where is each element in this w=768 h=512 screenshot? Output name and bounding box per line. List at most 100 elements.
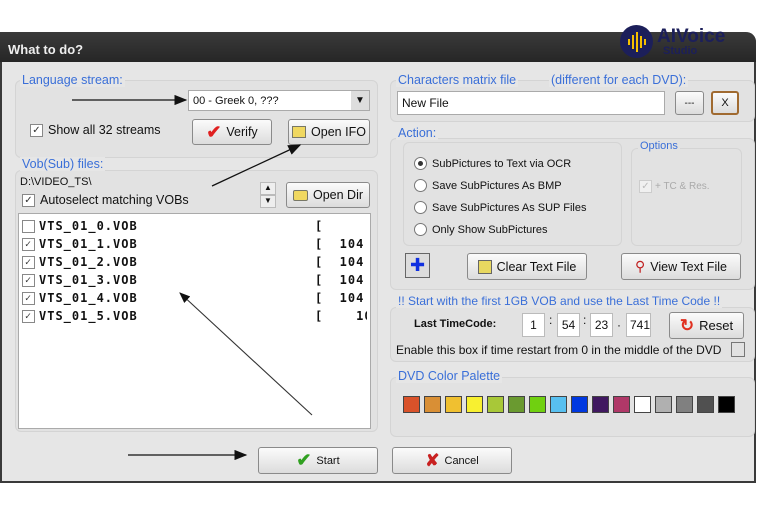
checkbox-icon[interactable]: ✓ <box>639 180 652 193</box>
arrow-down-icon[interactable]: ▼ <box>260 195 276 208</box>
view-text-file-button[interactable]: ⚲ View Text File <box>621 253 741 280</box>
reset-icon: ↻ <box>679 315 695 335</box>
chevron-down-icon[interactable]: ▼ <box>351 91 369 110</box>
action-radio-option[interactable]: Save SubPictures As BMP <box>414 179 562 192</box>
palette-swatch[interactable] <box>718 396 735 413</box>
last-timecode-label: Last TimeCode: <box>414 318 497 330</box>
autoselect-checkbox[interactable]: ✓ Autoselect matching VOBs <box>22 193 189 207</box>
verify-label: Verify <box>226 125 258 139</box>
checkbox-icon[interactable]: ✓ <box>22 255 35 269</box>
vob-file-row[interactable]: ✓ VTS_01_3.VOB [ 104: <box>22 271 367 289</box>
logo: AIVoice Studio <box>620 25 725 58</box>
timecode-ms-input[interactable]: 741 <box>626 313 651 337</box>
options-label: Options <box>638 140 680 152</box>
action-option-label: Save SubPictures As SUP Files <box>432 201 587 214</box>
palette-swatch[interactable] <box>676 396 693 413</box>
palette-swatch[interactable] <box>613 396 630 413</box>
palette-swatch[interactable] <box>508 396 525 413</box>
checkbox-icon[interactable] <box>22 219 35 233</box>
cancel-button[interactable]: ✘ Cancel <box>392 447 512 474</box>
matrix-file-input[interactable]: New File <box>397 91 665 115</box>
cross-icon: ✘ <box>425 450 440 470</box>
vob-file-size: [ 104: <box>315 255 367 269</box>
window-title: What to do? <box>8 42 84 57</box>
vob-file-row[interactable]: ✓ VTS_01_2.VOB [ 104: <box>22 253 367 271</box>
palette-swatch[interactable] <box>466 396 483 413</box>
browse-label: --- <box>684 97 695 109</box>
magnifier-icon: ⚲ <box>635 258 646 274</box>
start-label: Start <box>316 454 340 467</box>
radio-icon[interactable] <box>414 223 427 236</box>
vob-file-row[interactable]: ✓ VTS_01_1.VOB [ 104: <box>22 235 367 253</box>
checkbox-icon[interactable]: ✓ <box>22 309 35 323</box>
autoselect-label: Autoselect matching VOBs <box>40 193 189 207</box>
order-spinner[interactable]: ▲ ▼ <box>260 182 276 208</box>
palette-swatch[interactable] <box>634 396 651 413</box>
browse-button[interactable]: --- <box>675 91 704 115</box>
matrix-hint: (different for each DVD): <box>549 73 689 87</box>
language-dropdown[interactable]: 00 - Greek 0, ??? ▼ <box>188 90 370 111</box>
action-radio-option[interactable]: Save SubPictures As SUP Files <box>414 201 586 214</box>
vob-file-row[interactable]: ✓ VTS_01_4.VOB [ 104: <box>22 289 367 307</box>
palette-swatch[interactable] <box>571 396 588 413</box>
palette-swatches <box>403 396 735 413</box>
enable-restart-checkbox[interactable] <box>731 342 745 357</box>
checkbox-icon[interactable]: ✓ <box>22 291 35 305</box>
checkbox-icon[interactable]: ✓ <box>22 237 35 251</box>
action-radio-option[interactable]: SubPictures to Text via OCR <box>414 157 571 170</box>
palette-label: DVD Color Palette <box>396 369 503 383</box>
reset-button[interactable]: ↻ Reset <box>669 312 744 339</box>
verify-button[interactable]: ✔ Verify <box>192 119 272 145</box>
palette-swatch[interactable] <box>487 396 504 413</box>
vob-label: Vob(Sub) files: <box>20 157 106 171</box>
clear-matrix-button[interactable]: X <box>711 91 739 115</box>
show-all-streams-checkbox[interactable]: ✓ Show all 32 streams <box>30 123 161 137</box>
palette-swatch[interactable] <box>592 396 609 413</box>
checkbox-icon[interactable]: ✓ <box>30 123 43 137</box>
show-all-label: Show all 32 streams <box>48 123 161 137</box>
brush-icon <box>477 259 492 274</box>
open-dir-button[interactable]: Open Dir <box>286 182 370 208</box>
checkbox-icon[interactable]: ✓ <box>22 193 35 207</box>
action-options-box: SubPictures to Text via OCR Save SubPictu… <box>403 142 622 246</box>
tc-res-label: + TC & Res. <box>655 181 710 192</box>
folder-icon <box>292 189 308 201</box>
start-button[interactable]: ✔ Start <box>258 447 378 474</box>
radio-icon[interactable] <box>414 201 427 214</box>
checkmark-icon: ✔ <box>296 450 312 470</box>
arrow-up-icon[interactable]: ▲ <box>260 182 276 195</box>
checkmark-icon: ✔ <box>206 121 222 142</box>
palette-swatch[interactable] <box>655 396 672 413</box>
vob-file-name: VTS_01_4.VOB <box>39 291 138 305</box>
vob-file-name: VTS_01_0.VOB <box>39 219 138 233</box>
options-box <box>631 148 742 246</box>
vob-file-list[interactable]: VTS_01_0.VOB [ 6: ✓ VTS_01_1.VOB [ 104: ✓ VTS_… <box>18 213 371 429</box>
clear-text-file-button[interactable]: Clear Text File <box>467 253 587 280</box>
clear-matrix-label: X <box>721 97 729 109</box>
palette-swatch[interactable] <box>697 396 714 413</box>
open-ifo-button[interactable]: Open IFO <box>288 119 370 145</box>
language-label: Language stream: <box>20 73 125 87</box>
radio-icon[interactable] <box>414 157 427 170</box>
puzzle-icon[interactable]: ✚ <box>405 253 430 278</box>
radio-icon[interactable] <box>414 179 427 192</box>
vob-file-row[interactable]: ✓ VTS_01_5.VOB [ 10 <box>22 307 367 325</box>
timecode-hours-input[interactable]: 1 <box>522 313 545 337</box>
timecode-seconds-input[interactable]: 23 <box>590 313 613 337</box>
cancel-label: Cancel <box>444 454 479 467</box>
separator: · <box>617 318 621 332</box>
separator: : <box>549 313 553 327</box>
palette-swatch[interactable] <box>424 396 441 413</box>
timecode-minutes-input[interactable]: 54 <box>557 313 580 337</box>
checkbox-icon[interactable]: ✓ <box>22 273 35 287</box>
clear-text-label: Clear Text File <box>496 259 577 274</box>
palette-swatch[interactable] <box>403 396 420 413</box>
language-selected: 00 - Greek 0, ??? <box>193 94 279 107</box>
vob-file-row[interactable]: VTS_01_0.VOB [ 6: <box>22 217 367 235</box>
tc-res-checkbox[interactable]: ✓ + TC & Res. <box>639 180 710 193</box>
palette-swatch[interactable] <box>445 396 462 413</box>
action-option-label: Only Show SubPictures <box>432 223 548 236</box>
action-radio-option[interactable]: Only Show SubPictures <box>414 223 548 236</box>
palette-swatch[interactable] <box>529 396 546 413</box>
palette-swatch[interactable] <box>550 396 567 413</box>
